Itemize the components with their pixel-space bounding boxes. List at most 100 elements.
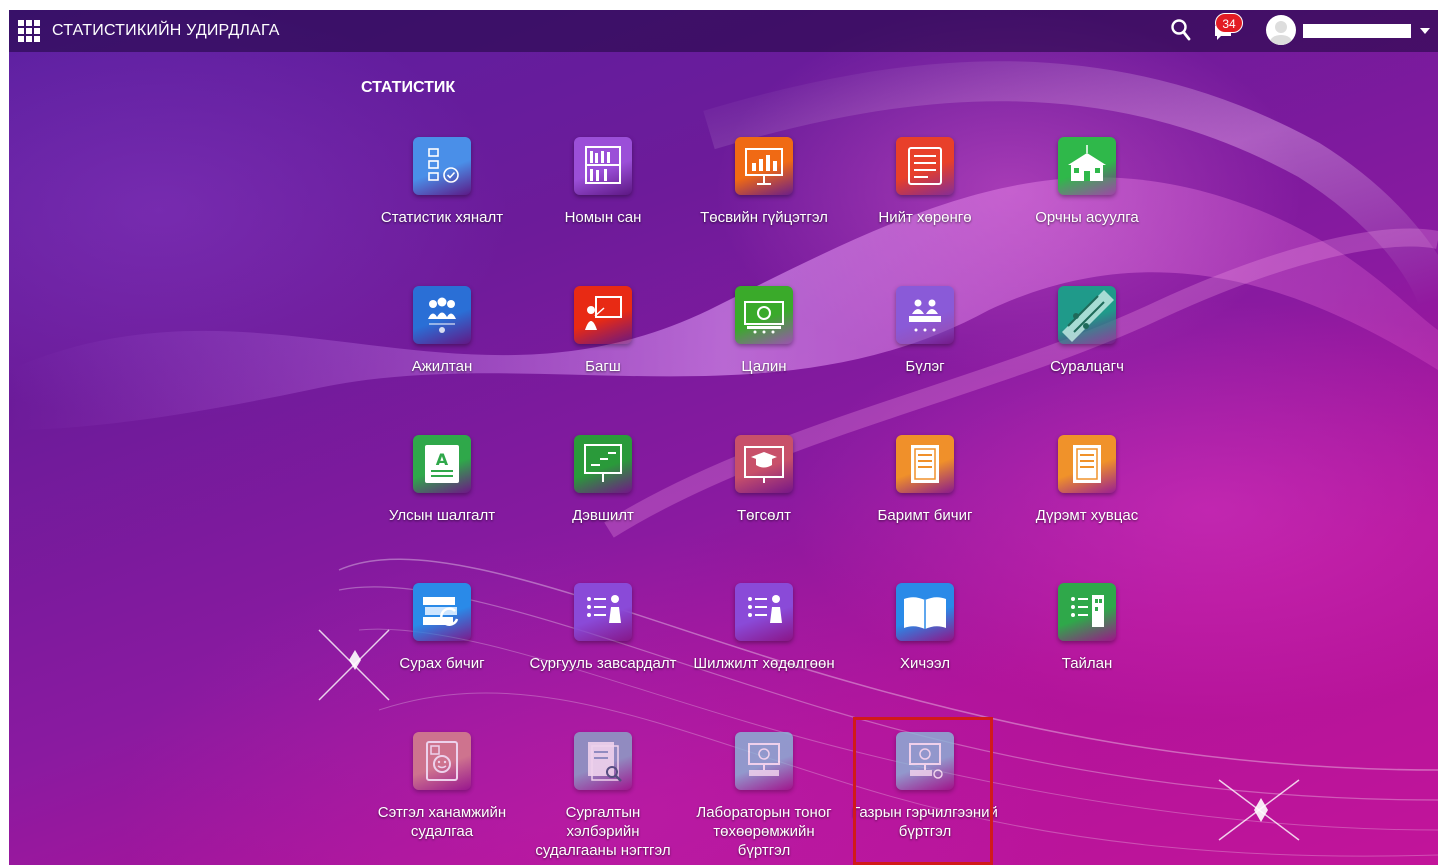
open-book-icon-glyph: [904, 597, 946, 629]
module-tile[interactable]: Баримт бичиг: [850, 435, 1000, 525]
module-tile[interactable]: Багш: [528, 286, 678, 376]
user-avatar[interactable]: [1266, 15, 1296, 45]
dropout-list-icon-glyph: [587, 595, 621, 623]
chevron-down-icon[interactable]: [1420, 28, 1430, 34]
module-tile[interactable]: Нийт хөрөнгө: [850, 137, 1000, 227]
module-tile-label: Шилжилт хөдөлгөөн: [693, 655, 835, 672]
module-tile[interactable]: Сургууль завсардалт: [528, 583, 678, 673]
transfer-list-icon: [735, 583, 793, 641]
module-tile-label: Орчны асуулга: [1035, 209, 1139, 226]
textbook-stack-icon-glyph: [423, 597, 459, 626]
report-list-icon: [1058, 583, 1116, 641]
module-tile[interactable]: Сурах бичиг: [367, 583, 517, 673]
presentation-chart-icon-glyph: [745, 148, 783, 185]
money-bill-icon: [735, 286, 793, 344]
classroom-group-icon-glyph: [909, 299, 941, 332]
list-document-icon: [896, 137, 954, 195]
transfer-list-icon-glyph: [748, 595, 782, 623]
module-tile[interactable]: Хичээл: [850, 583, 1000, 673]
student-diagonal-icon-glyph: [1062, 290, 1114, 342]
module-tile[interactable]: Статистик хяналт: [367, 137, 517, 227]
progress-board-icon-glyph: [584, 444, 622, 482]
module-tile-label: Статистик хяналт: [380, 209, 504, 226]
presentation-chart-icon: [735, 137, 793, 195]
module-tile-label: Суралцагч: [1050, 358, 1124, 375]
document-page-icon-glyph: [911, 445, 939, 483]
top-bar: СТАТИСТИКИЙН УДИРДЛАГА 34: [9, 10, 1438, 52]
list-document-icon-glyph: [908, 147, 942, 185]
satisfaction-survey-icon: [413, 732, 471, 790]
module-tile[interactable]: Шилжилт хөдөлгөөн: [689, 583, 839, 673]
exam-letter-a-icon-glyph: A: [425, 445, 459, 483]
selection-highlight: [853, 717, 993, 865]
notification-badge: 34: [1215, 13, 1243, 33]
module-tile[interactable]: Тайлан: [1012, 583, 1162, 673]
app-title: СТАТИСТИКИЙН УДИРДЛАГА: [52, 22, 280, 39]
module-tile[interactable]: Орчны асуулга: [1012, 137, 1162, 227]
module-tile-label: Багш: [585, 358, 621, 375]
module-tile[interactable]: Төгсөлт: [689, 435, 839, 525]
module-tile[interactable]: A Улсын шалгалт: [367, 435, 517, 525]
textbook-stack-icon: [413, 583, 471, 641]
document-page-icon: [896, 435, 954, 493]
search-document-icon-glyph: [588, 742, 622, 782]
module-tile-label: Сургууль завсардалт: [529, 655, 677, 672]
graduation-cap-icon: [735, 435, 793, 493]
module-tile[interactable]: Цалин: [689, 286, 839, 376]
module-tile[interactable]: Дэвшилт: [528, 435, 678, 525]
module-tile-label: Улсын шалгалт: [388, 507, 496, 524]
module-tile[interactable]: Бүлэг: [850, 286, 1000, 376]
lab-equipment-icon-glyph: [748, 743, 780, 776]
report-list-icon-glyph: [1071, 595, 1104, 627]
module-tile-label: Сургалтын хэлбэрийн судалгааны нэгтгэл: [535, 804, 671, 859]
module-tile-label: Номын сан: [564, 209, 642, 226]
search-document-icon: [574, 732, 632, 790]
module-tile[interactable]: Сэтгэл ханамжийн судалгаа: [367, 732, 517, 841]
module-tile-label: Цалин: [741, 358, 787, 375]
library-shelf-icon-glyph: [585, 146, 621, 184]
graduation-cap-icon-glyph: [744, 446, 784, 483]
app-grid-icon[interactable]: [18, 20, 41, 42]
progress-board-icon: [574, 435, 632, 493]
school-building-icon-glyph: [1068, 145, 1106, 181]
module-tile-label: Лабораторын тоног төхөөрөмжийн бүртгэл: [696, 804, 832, 859]
module-tile[interactable]: Дүрэмт хувцас: [1012, 435, 1162, 525]
search-icon[interactable]: [1170, 18, 1192, 42]
teacher-board-icon-glyph: [585, 296, 622, 330]
module-tile[interactable]: Лабораторын тоног төхөөрөмжийн бүртгэл: [689, 732, 839, 860]
exam-letter-a-icon: A: [413, 435, 471, 493]
module-tile[interactable]: Ажилтан: [367, 286, 517, 376]
app-frame: СТАТИСТИКИЙН УДИРДЛАГА 34 СТАТИСТИК Стат…: [9, 10, 1438, 865]
module-tile-label: Сурах бичиг: [399, 655, 485, 672]
staff-group-icon-glyph: [428, 297, 456, 333]
module-tile-label: Тайлан: [1061, 655, 1113, 672]
module-tile[interactable]: Сургалтын хэлбэрийн судалгааны нэгтгэл: [528, 732, 678, 860]
user-name-redacted[interactable]: [1303, 24, 1411, 38]
module-tile-label: Бүлэг: [905, 358, 945, 375]
money-bill-icon-glyph: [744, 301, 784, 334]
lab-equipment-icon: [735, 732, 793, 790]
module-tile-label: Нийт хөрөнгө: [878, 209, 972, 226]
module-tile-label: Сэтгэл ханамжийн судалгаа: [377, 804, 507, 840]
module-tile-label: Дүрэмт хувцас: [1035, 507, 1139, 524]
module-tile-label: Дэвшилт: [572, 507, 634, 524]
module-tile-label: Төсвийн гүйцэтгэл: [700, 209, 828, 226]
flowchart-check-icon-glyph: [428, 148, 459, 183]
library-shelf-icon: [574, 137, 632, 195]
module-tile-label: Баримт бичиг: [877, 507, 973, 524]
module-tile[interactable]: Номын сан: [528, 137, 678, 227]
satisfaction-survey-icon-glyph: [426, 741, 458, 781]
uniform-doc-icon: [1058, 435, 1116, 493]
section-title: СТАТИСТИК: [361, 79, 456, 96]
flowchart-check-icon: [413, 137, 471, 195]
module-tile-label: Төгсөлт: [736, 507, 792, 524]
classroom-group-icon: [896, 286, 954, 344]
module-tile[interactable]: Суралцагч: [1012, 286, 1162, 376]
module-tile-label: Ажилтан: [411, 358, 473, 375]
module-tile-label: Хичээл: [900, 655, 950, 672]
teacher-board-icon: [574, 286, 632, 344]
svg-text:A: A: [436, 450, 449, 469]
module-tile[interactable]: Төсвийн гүйцэтгэл: [689, 137, 839, 227]
school-building-icon: [1058, 137, 1116, 195]
staff-group-icon: [413, 286, 471, 344]
